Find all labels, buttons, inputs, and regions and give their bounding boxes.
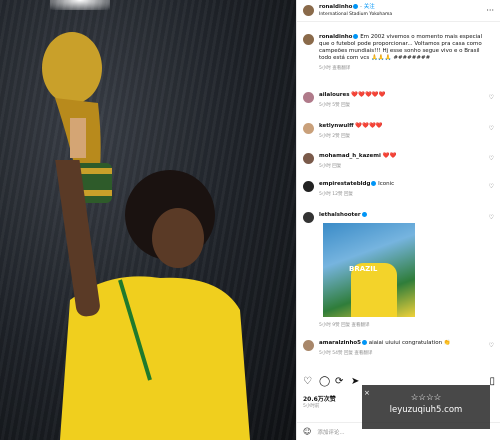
comment-image[interactable]: BRAZIL	[323, 223, 415, 317]
avatar[interactable]	[303, 212, 314, 223]
like-comment-icon[interactable]: ♡	[489, 214, 494, 221]
caption-extra: ########	[393, 55, 431, 61]
post-sidebar: ronaldinho · 关注 International Stadium Yo…	[296, 0, 500, 440]
comment-meta: 5小时 12赞 回复	[319, 192, 353, 197]
like-comment-icon[interactable]: ♡	[489, 155, 494, 162]
comment: amaralzinho5 aiaiai uiuiui congratulatio…	[297, 340, 500, 357]
comment-meta: 5小时 9赞 回复 查看翻译	[319, 323, 370, 328]
avatar[interactable]	[303, 181, 314, 192]
repost-icon[interactable]: ⟳	[335, 376, 343, 387]
comment-text: ❤️❤️❤️❤️❤️	[351, 92, 386, 98]
comments-list: ronaldinho Em 2002 vivemos o momento mai…	[297, 30, 500, 370]
comment-text: ❤️❤️	[382, 153, 397, 159]
avatar[interactable]	[303, 5, 314, 16]
verified-icon	[353, 3, 359, 9]
comment-meta: 5小时 回复	[319, 164, 342, 169]
verified-icon	[371, 181, 377, 186]
bookmark-icon[interactable]: ▯	[489, 376, 495, 387]
comment-username[interactable]: amaralzinho5	[319, 340, 361, 346]
watermark-top: ☆☆☆☆	[410, 393, 442, 403]
more-options-icon[interactable]: ···	[486, 6, 494, 15]
comment: ketlynwulff ❤️❤️❤️❤️ 5小时 2赞 回复 ♡	[297, 123, 500, 140]
like-comment-icon[interactable]: ♡	[489, 125, 494, 132]
comment-image-caption: BRAZIL	[349, 265, 378, 273]
heart-icon[interactable]: ♡	[303, 376, 312, 387]
like-comment-icon[interactable]: ♡	[489, 94, 494, 101]
watermark-overlay[interactable]: × ☆☆☆☆ leyuzuqiuh5.com	[362, 385, 490, 429]
avatar[interactable]	[303, 153, 314, 164]
caption-username[interactable]: ronaldinho	[319, 34, 352, 40]
avatar[interactable]	[303, 92, 314, 103]
caption: ronaldinho Em 2002 vivemos o momento mai…	[297, 34, 500, 72]
comment: empirestatebldg Iconic 5小时 12赞 回复 ♡	[297, 181, 500, 198]
comment: lethalshooter ♡	[297, 212, 500, 223]
like-comment-icon[interactable]: ♡	[489, 183, 494, 190]
watermark-url: leyuzuqiuh5.com	[389, 405, 463, 415]
like-count[interactable]: 20.6万次赞	[303, 394, 336, 403]
avatar[interactable]	[303, 340, 314, 351]
stadium-light	[50, 0, 110, 10]
comment-icon[interactable]: ◯	[319, 376, 330, 387]
comment: mohamad_h_kazemi ❤️❤️ 5小时 回复 ♡	[297, 153, 500, 170]
post-header: ronaldinho · 关注 International Stadium Yo…	[297, 0, 500, 22]
author-username[interactable]: ronaldinho	[319, 4, 352, 10]
comment-meta: 5小时 2赞 回复	[319, 134, 351, 139]
post-photo[interactable]	[0, 0, 296, 440]
share-icon[interactable]: ➤	[351, 376, 359, 387]
comment-input[interactable]: 添加评论...	[317, 428, 344, 436]
avatar[interactable]	[303, 34, 314, 45]
comment-username[interactable]: mohamad_h_kazemi	[319, 153, 381, 159]
comment-username[interactable]: empirestatebldg	[319, 181, 370, 187]
like-comment-icon[interactable]: ♡	[489, 342, 494, 349]
comment-username[interactable]: ailaloures	[319, 92, 350, 98]
comment-meta-row: 5小时 9赞 回复 查看翻译	[297, 322, 500, 329]
follow-button[interactable]: 关注	[364, 4, 375, 10]
comment-text: aiaiai uiuiui congratulation 👏	[368, 340, 451, 346]
verified-icon	[361, 212, 367, 217]
comment-text: ❤️❤️❤️❤️	[355, 123, 383, 129]
verified-icon	[362, 340, 367, 345]
avatar[interactable]	[303, 123, 314, 134]
close-icon[interactable]: ×	[364, 387, 370, 399]
caption-meta: 5小时 查看翻译	[319, 66, 351, 71]
comment-username[interactable]: ketlynwulff	[319, 123, 354, 129]
comment-meta: 5小时 54赞 回复 查看翻译	[319, 351, 373, 356]
post-time: 5小时前	[303, 404, 320, 409]
comment-meta: 5小时 5赞 回复	[319, 103, 351, 108]
comment-text: Iconic	[378, 181, 395, 187]
post-location[interactable]: International Stadium Yokohama	[319, 11, 392, 18]
instagram-post-view: ronaldinho · 关注 International Stadium Yo…	[0, 0, 500, 440]
emoji-icon[interactable]: ☺	[303, 427, 311, 436]
verified-icon	[353, 34, 359, 39]
comment: ailaloures ❤️❤️❤️❤️❤️ 5小时 5赞 回复 ♡	[297, 92, 500, 109]
player-figure	[50, 160, 250, 440]
comment-username[interactable]: lethalshooter	[319, 212, 361, 218]
